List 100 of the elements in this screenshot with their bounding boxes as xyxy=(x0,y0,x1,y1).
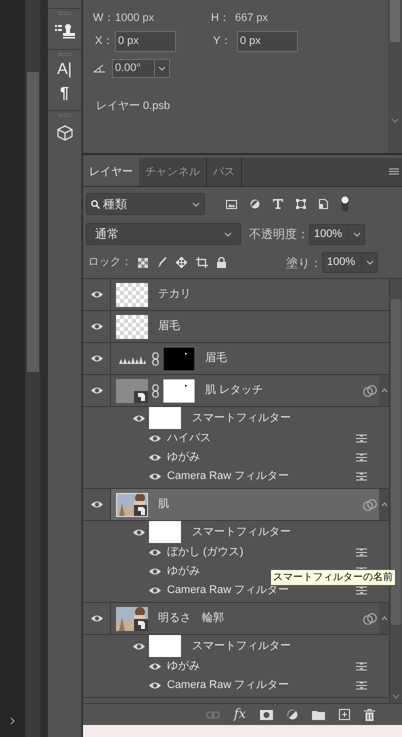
stamp-icon[interactable] xyxy=(54,23,74,39)
eye-icon[interactable] xyxy=(90,290,104,299)
filter-mask-thumbnail xyxy=(149,635,181,657)
filter-name: Camera Raw フィルター xyxy=(167,469,290,484)
value-text: 0.00° xyxy=(113,60,155,77)
caret-icon xyxy=(224,232,232,236)
filter-mask-thumbnail xyxy=(149,407,181,429)
blend-options-icon[interactable] xyxy=(356,681,367,690)
angle-dropdown[interactable]: 0.00° xyxy=(112,59,170,78)
fx-button[interactable]: fx xyxy=(234,708,246,721)
eye-icon[interactable] xyxy=(148,472,162,481)
scrollbar-thumb[interactable] xyxy=(390,0,400,42)
eye-icon[interactable] xyxy=(132,528,146,536)
type-tool-glyph[interactable]: A| xyxy=(57,62,72,78)
eye-icon[interactable] xyxy=(90,354,104,363)
blend-options-icon[interactable] xyxy=(356,472,367,481)
opacity-label: 不透明度： xyxy=(249,226,309,243)
input-field[interactable]: 0 px xyxy=(115,31,176,52)
label: X： xyxy=(95,34,114,50)
expand-caret-icon[interactable] xyxy=(380,388,388,393)
filter-mask-thumbnail xyxy=(149,521,181,543)
chevron-right-icon xyxy=(10,717,16,725)
smart-filter-label: スマートフィルター xyxy=(192,638,291,654)
expand-caret-icon[interactable] xyxy=(380,616,388,621)
eye-icon[interactable] xyxy=(148,586,162,595)
brush-icon[interactable] xyxy=(157,257,167,268)
chain-icon xyxy=(152,384,159,398)
checker-icon[interactable] xyxy=(138,258,148,268)
layer-row[interactable]: 肌 xyxy=(111,489,389,520)
mask-icon[interactable] xyxy=(260,710,273,720)
angle-icon xyxy=(93,64,106,73)
eye-icon[interactable] xyxy=(148,567,162,576)
type-icon[interactable] xyxy=(273,199,283,209)
eye-icon[interactable] xyxy=(148,548,162,557)
adjustment-layer-icon[interactable] xyxy=(287,709,298,720)
trash-icon[interactable] xyxy=(364,708,375,720)
opacity-dropdown[interactable]: 100% xyxy=(309,224,365,244)
caret-icon xyxy=(392,694,400,699)
filter-dropdown[interactable]: 種類 xyxy=(86,193,205,215)
blend-options-icon[interactable] xyxy=(356,586,367,595)
caret-icon xyxy=(158,66,166,71)
adjustment-icon[interactable] xyxy=(250,199,260,209)
eye-icon[interactable] xyxy=(148,453,162,462)
blend-options-icon[interactable] xyxy=(356,662,367,671)
value-text: 種類 xyxy=(103,196,128,213)
value-text: 667 px xyxy=(235,11,268,26)
smart-filter-label: スマートフィルター xyxy=(192,524,291,540)
lock-label: ロック： xyxy=(88,255,132,270)
expand-caret-icon[interactable] xyxy=(380,502,388,507)
lock-icon[interactable] xyxy=(217,257,226,268)
menu-icon[interactable] xyxy=(389,168,399,176)
eye-icon[interactable] xyxy=(132,642,146,650)
caret-icon xyxy=(352,232,360,236)
value-text: 100% xyxy=(323,254,362,271)
tooltip: スマートフィルターの名前 xyxy=(270,569,396,586)
link-circles-icon xyxy=(363,384,377,396)
eye-icon[interactable] xyxy=(148,681,162,690)
value-text: 通常 xyxy=(95,226,120,243)
fill-dropdown[interactable]: 100% xyxy=(322,252,378,273)
folder-icon[interactable] xyxy=(312,710,325,720)
layer-name: 眉毛 xyxy=(158,318,181,334)
blend-options-icon[interactable] xyxy=(356,548,367,557)
layer-name-text: レイヤー 0.psb xyxy=(95,99,171,114)
filter-name: ハイパス xyxy=(167,431,211,446)
filter-name: ゆがみ xyxy=(167,659,200,674)
crop-icon[interactable] xyxy=(196,257,208,268)
eye-icon[interactable] xyxy=(148,434,162,443)
eye-icon[interactable] xyxy=(148,662,162,671)
transform-icon[interactable] xyxy=(296,199,306,209)
link-circles-icon xyxy=(363,498,377,510)
blend-mode-dropdown[interactable]: 通常 xyxy=(86,223,241,245)
eye-icon[interactable] xyxy=(90,614,104,623)
layer-thumbnail xyxy=(116,314,148,338)
layer-thumbnail xyxy=(116,282,148,306)
toggle-icon[interactable] xyxy=(341,196,349,212)
eye-icon[interactable] xyxy=(90,322,104,331)
smart-object-icon[interactable] xyxy=(319,199,328,209)
value-text: 1000 px xyxy=(115,11,156,26)
image-icon[interactable] xyxy=(226,200,237,208)
eye-icon[interactable] xyxy=(90,386,104,395)
input-field[interactable]: 0 px xyxy=(237,31,298,52)
layer-name: テカリ xyxy=(158,287,192,302)
filter-name: Camera Raw フィルター xyxy=(167,678,290,694)
move-icon[interactable] xyxy=(176,257,187,268)
new-layer-icon[interactable] xyxy=(339,709,350,720)
link-circles-icon xyxy=(363,612,377,624)
blend-options-icon[interactable] xyxy=(356,453,367,462)
panel-tab[interactable]: レイヤー xyxy=(83,158,139,186)
cube-icon[interactable] xyxy=(56,125,72,141)
blend-options-icon[interactable] xyxy=(356,434,367,443)
filter-name: ゆがみ xyxy=(167,564,200,580)
fill-label: 塗り： xyxy=(286,254,322,272)
scrollbar-thumb[interactable] xyxy=(391,299,401,625)
paragraph-tool-glyph[interactable]: ¶ xyxy=(60,86,69,102)
eye-icon[interactable] xyxy=(132,414,146,422)
scrollbar-thumb[interactable] xyxy=(26,72,38,372)
eye-icon[interactable] xyxy=(90,500,104,509)
search-icon xyxy=(91,200,100,208)
chain-icon xyxy=(152,352,159,366)
label: H： xyxy=(211,11,231,26)
